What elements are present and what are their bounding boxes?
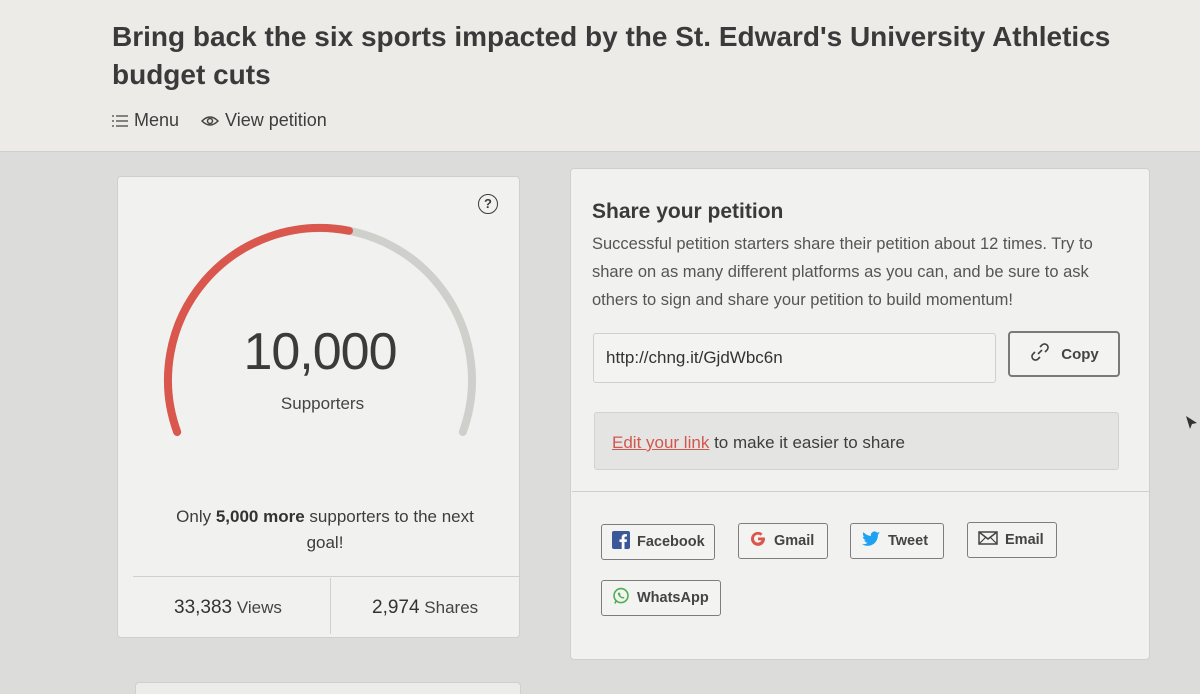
share-title: Share your petition xyxy=(592,200,784,223)
copy-button[interactable]: Copy xyxy=(1008,331,1120,377)
edit-link[interactable]: Edit your link xyxy=(612,433,709,452)
view-petition-button[interactable]: View petition xyxy=(201,110,327,131)
page-header: Bring back the six sports impacted by th… xyxy=(0,0,1200,152)
facebook-icon xyxy=(612,531,630,553)
goal-suffix: supporters to the next goal! xyxy=(306,507,474,552)
next-card xyxy=(135,682,521,694)
email-label: Email xyxy=(1005,532,1044,548)
view-petition-label: View petition xyxy=(225,110,327,130)
views-label: Views xyxy=(236,598,282,617)
edit-link-box: Edit your link to make it easier to shar… xyxy=(594,412,1119,470)
stats-divider xyxy=(133,576,519,577)
views-stat: 33,383 Views xyxy=(174,597,282,619)
twitter-icon xyxy=(861,531,881,551)
shares-stat: 2,974 Shares xyxy=(372,597,478,619)
menu-icon xyxy=(112,114,128,128)
shares-label: Shares xyxy=(424,598,479,617)
facebook-button[interactable]: Facebook xyxy=(601,524,715,560)
copy-label: Copy xyxy=(1061,345,1099,363)
whatsapp-button[interactable]: WhatsApp xyxy=(601,580,721,616)
email-button[interactable]: Email xyxy=(967,522,1057,558)
goal-amount: 5,000 more xyxy=(215,507,305,526)
gmail-label: Gmail xyxy=(774,533,815,549)
tweet-label: Tweet xyxy=(888,533,929,549)
share-description: Successful petition starters share their… xyxy=(592,235,1093,309)
views-count: 33,383 xyxy=(174,597,233,618)
mouse-cursor-icon xyxy=(1186,416,1197,429)
stats-divider-vertical xyxy=(330,578,331,634)
gmail-button[interactable]: Gmail xyxy=(738,523,828,559)
menu-label: Menu xyxy=(134,110,180,130)
goal-prefix: Only xyxy=(176,507,212,526)
share-divider xyxy=(572,491,1149,492)
menu-button[interactable]: Menu xyxy=(112,110,179,131)
supporter-label: Supporters xyxy=(280,394,365,413)
header-nav: Menu View petition xyxy=(112,110,327,131)
link-icon xyxy=(1029,341,1051,367)
tweet-button[interactable]: Tweet xyxy=(850,523,944,559)
whatsapp-icon xyxy=(612,587,630,609)
petition-title: Bring back the six sports impacted by th… xyxy=(112,21,1111,90)
google-icon xyxy=(749,530,767,552)
supporter-count: 10,000 xyxy=(243,323,397,381)
eye-icon xyxy=(201,114,220,128)
goal-text: Only 5,000 more supporters to the next g… xyxy=(170,504,480,556)
whatsapp-label: WhatsApp xyxy=(637,590,709,606)
share-link-input[interactable] xyxy=(593,333,996,383)
email-icon xyxy=(978,531,998,549)
shares-count: 2,974 xyxy=(372,597,420,618)
edit-link-suffix: to make it easier to share xyxy=(714,433,905,452)
facebook-label: Facebook xyxy=(637,534,705,550)
